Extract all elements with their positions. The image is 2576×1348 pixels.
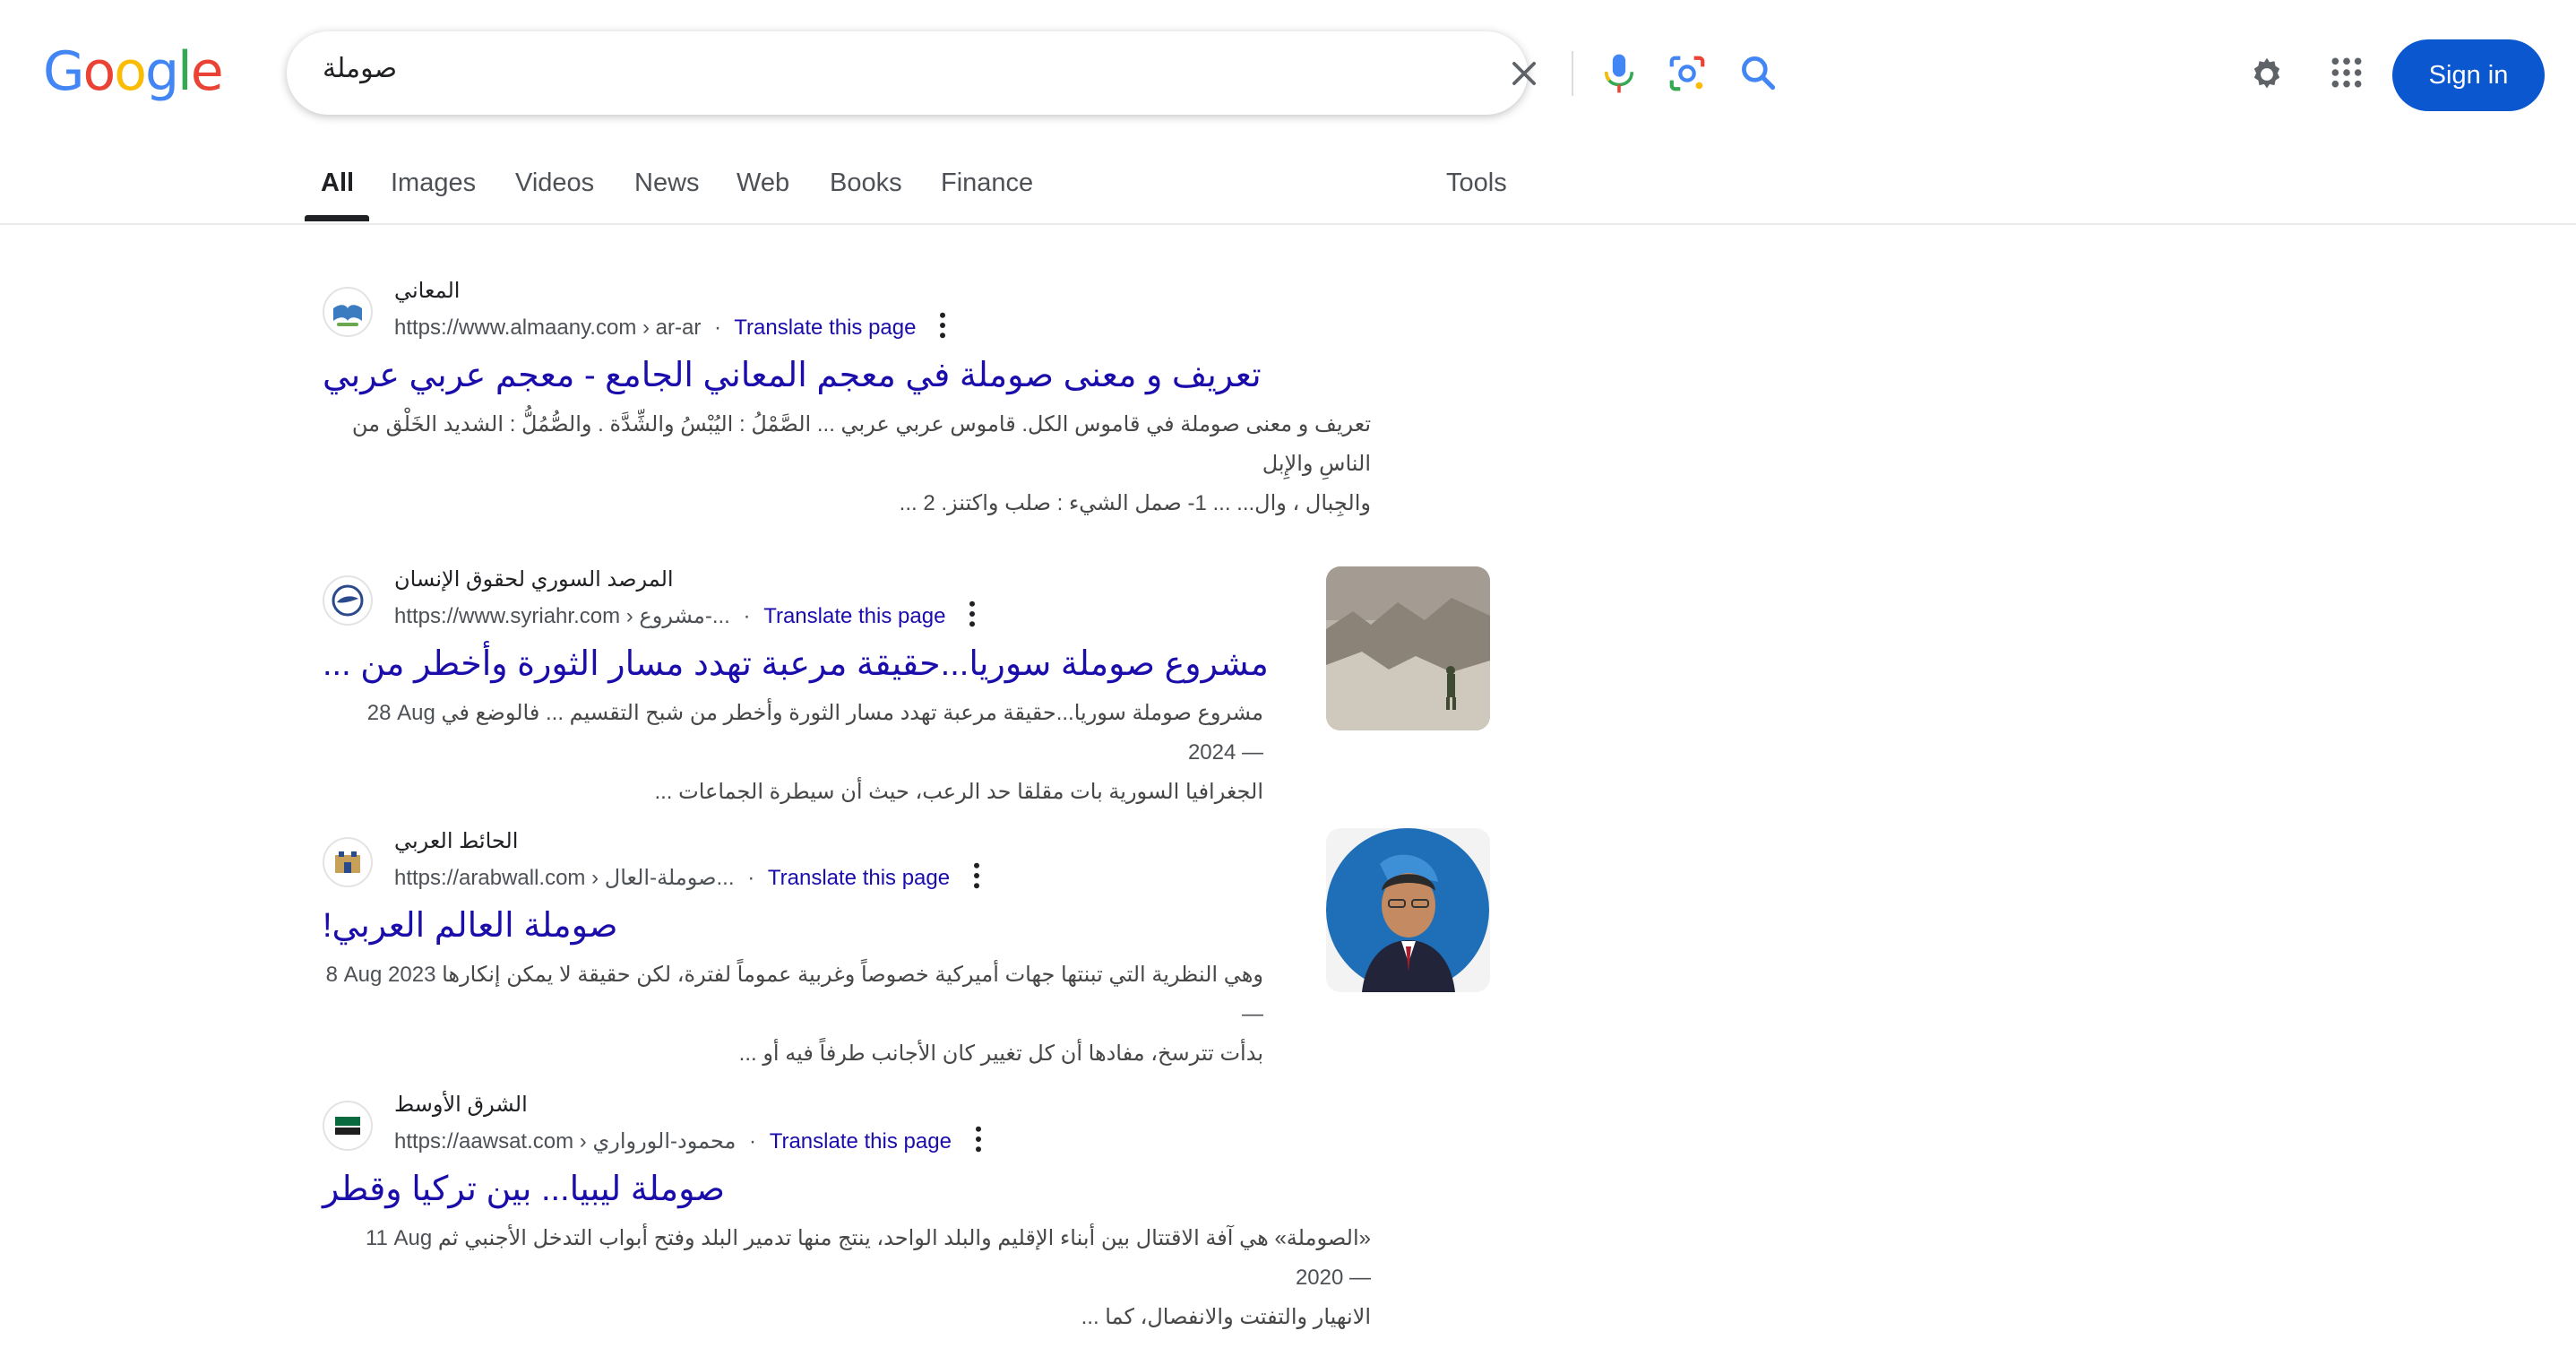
close-icon[interactable]: [1507, 56, 1541, 95]
search-result: الحائط العربي https://arabwall.com › صوم…: [323, 828, 1490, 1066]
separator: ·: [714, 315, 722, 340]
snippet-text: «الصوملة» هي آفة الاقتتال بين أبناء الإق…: [437, 1226, 1371, 1250]
result-source[interactable]: الحائط العربي https://arabwall.com › صوم…: [323, 828, 1371, 890]
favicon-icon: [323, 575, 373, 626]
result-title-link[interactable]: تعريف و معنى صوملة في معجم المعاني الجام…: [323, 355, 1262, 395]
url-path: › محمود-الورواري: [579, 1128, 737, 1154]
site-url: https://aawsat.com › محمود-الورواري · Tr…: [394, 1126, 983, 1159]
separator: ·: [743, 603, 751, 628]
more-options-icon[interactable]: [972, 862, 981, 895]
site-name: المعاني: [394, 279, 461, 303]
tab-books[interactable]: Books: [830, 168, 902, 198]
snippet-line: الانهيار والتفتت والانفصال، كما ...: [1081, 1305, 1371, 1329]
site-url: https://www.almaany.com › ar-ar · Transl…: [394, 312, 947, 345]
separator: ·: [749, 1128, 757, 1154]
snippet-line: «الصوملة» هي آفة الاقتتال بين أبناء الإق…: [323, 1219, 1371, 1298]
tab-videos[interactable]: Videos: [515, 168, 594, 198]
result-thumbnail[interactable]: [1326, 828, 1490, 992]
result-source[interactable]: المعاني https://www.almaany.com › ar-ar …: [323, 278, 1371, 340]
snippet-line: مشروع صوملة سوريا...حقيقة مرعبة تهدد مسا…: [323, 694, 1263, 773]
tab-news[interactable]: News: [634, 168, 700, 198]
translate-link[interactable]: Translate this page: [770, 1129, 952, 1154]
search-tabs: All Images Videos News Web Books Finance…: [305, 168, 1559, 224]
tab-all[interactable]: All: [321, 168, 354, 198]
microphone-icon[interactable]: [1599, 51, 1639, 100]
translate-link[interactable]: Translate this page: [734, 315, 916, 340]
search-result: المرصد السوري لحقوق الإنسان https://www.…: [323, 566, 1490, 804]
url-path: › صوملة-العال...: [591, 865, 735, 890]
search-input[interactable]: صوملة: [323, 53, 397, 84]
site-url: https://arabwall.com › صوملة-العال... · …: [394, 862, 981, 895]
snippet-line: بدأت تترسخ، مفادها أن كل تغيير كان الأجا…: [738, 1041, 1263, 1066]
tools-button[interactable]: Tools: [1446, 168, 1507, 198]
more-options-icon[interactable]: [974, 1126, 983, 1159]
logo-letter: o: [114, 40, 147, 103]
result-snippet: وهي النظرية التي تبنتها جهات أميركية خصو…: [323, 955, 1263, 1074]
logo-letter: o: [82, 40, 116, 103]
result-snippet: مشروع صوملة سوريا...حقيقة مرعبة تهدد مسا…: [323, 694, 1263, 812]
result-thumbnail[interactable]: [1326, 566, 1490, 730]
snippet-text: مشروع صوملة سوريا...حقيقة مرعبة تهدد مسا…: [441, 701, 1263, 725]
favicon-icon: [323, 287, 373, 337]
site-url: https://www.syriahr.com › مشروع-... · Tr…: [394, 601, 977, 634]
search-result: الشرق الأوسط https://aawsat.com › محمود-…: [323, 1092, 1371, 1329]
sign-in-button[interactable]: Sign in: [2392, 39, 2545, 111]
result-source[interactable]: المرصد السوري لحقوق الإنسان https://www.…: [323, 566, 1371, 628]
site-name: المرصد السوري لحقوق الإنسان: [394, 567, 674, 592]
google-logo[interactable]: Google: [43, 40, 224, 103]
search-icon[interactable]: [1738, 53, 1778, 97]
result-source[interactable]: الشرق الأوسط https://aawsat.com › محمود-…: [323, 1092, 1371, 1154]
gear-icon[interactable]: [2246, 54, 2287, 99]
result-title-link[interactable]: صوملة العالم العربي!: [323, 905, 617, 946]
translate-link[interactable]: Translate this page: [768, 866, 950, 890]
camera-lens-icon[interactable]: [1667, 53, 1708, 99]
tab-images[interactable]: Images: [391, 168, 476, 198]
apps-grid-icon[interactable]: [2330, 56, 2364, 94]
result-snippet: «الصوملة» هي آفة الاقتتال بين أبناء الإق…: [323, 1219, 1371, 1337]
favicon-icon: [323, 837, 373, 887]
url-path: › ar-ar: [642, 315, 702, 340]
active-tab-indicator: [305, 215, 369, 221]
logo-letter: e: [190, 40, 224, 103]
logo-letter: G: [43, 40, 84, 103]
tab-web[interactable]: Web: [737, 168, 789, 198]
more-options-icon[interactable]: [938, 312, 947, 345]
url-domain: https://arabwall.com: [394, 865, 586, 890]
logo-letter: l: [177, 40, 193, 103]
site-name: الحائط العربي: [394, 829, 519, 853]
result-title-link[interactable]: مشروع صوملة سوريا...حقيقة مرعبة تهدد مسا…: [323, 644, 1269, 684]
more-options-icon[interactable]: [968, 601, 977, 634]
url-path: › مشروع-...: [625, 603, 730, 628]
search-box[interactable]: صوملة: [287, 31, 1776, 115]
search-divider: [1572, 51, 1573, 96]
snippet-line: تعريف و معنى صوملة في قاموس الكل. قاموس …: [351, 412, 1371, 476]
favicon-icon: [323, 1101, 373, 1151]
search-result: المعاني https://www.almaany.com › ar-ar …: [323, 278, 1371, 515]
url-domain: https://www.syriahr.com: [394, 603, 621, 628]
url-domain: https://www.almaany.com: [394, 315, 637, 340]
tab-finance[interactable]: Finance: [941, 168, 1033, 198]
translate-link[interactable]: Translate this page: [763, 604, 945, 628]
snippet-line: الجغرافيا السورية بات مقلقا حد الرعب، حي…: [654, 780, 1263, 804]
separator: ·: [747, 865, 755, 890]
logo-letter: g: [144, 40, 179, 103]
header-divider: [0, 223, 2576, 225]
url-domain: https://aawsat.com: [394, 1128, 574, 1154]
result-snippet: تعريف و معنى صوملة في قاموس الكل. قاموس …: [323, 405, 1371, 523]
snippet-line: والجِبال ، وال... ... 1- صمل الشيء : صلب…: [899, 491, 1371, 515]
snippet-text: وهي النظرية التي تبنتها جهات أميركية خصو…: [442, 963, 1263, 987]
site-name: الشرق الأوسط: [394, 1093, 528, 1117]
result-title-link[interactable]: صوملة ليبيا... بين تركيا وقطر: [323, 1169, 725, 1209]
snippet-line: وهي النظرية التي تبنتها جهات أميركية خصو…: [323, 955, 1263, 1034]
